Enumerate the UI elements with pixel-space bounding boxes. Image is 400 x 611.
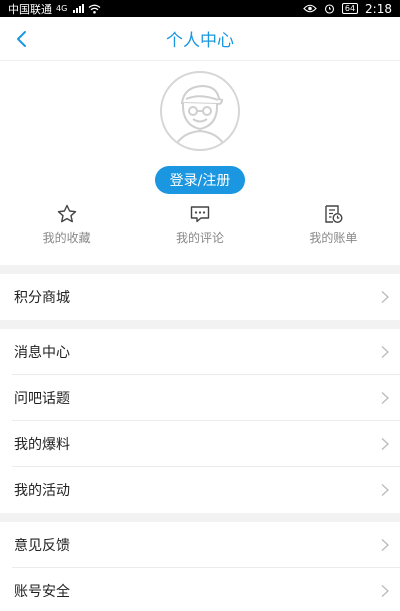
chevron-right-icon <box>381 437 390 451</box>
chevron-right-icon <box>381 584 390 598</box>
menu-item-my-tips[interactable]: 我的爆料 <box>0 421 400 467</box>
menu-item-topics[interactable]: 问吧话题 <box>0 375 400 421</box>
signal-icon <box>73 4 85 13</box>
menu-item-account-security[interactable]: 账号安全 <box>0 568 400 611</box>
status-carrier: 中国联通 4G <box>8 1 101 17</box>
default-avatar-icon <box>173 84 227 149</box>
menu-item-feedback[interactable]: 意见反馈 <box>0 522 400 568</box>
chevron-right-icon <box>381 345 390 359</box>
battery-indicator: 64 <box>341 3 359 14</box>
menu-item-label: 积分商城 <box>14 290 70 306</box>
network-label: 4G <box>56 4 68 13</box>
page-title: 个人中心 <box>166 31 234 51</box>
alarm-icon <box>324 4 334 14</box>
chevron-right-icon <box>381 290 390 304</box>
menu-item-label: 我的爆料 <box>14 437 70 453</box>
menu-item-message-center[interactable]: 消息中心 <box>0 329 400 375</box>
menu-item-label: 消息中心 <box>14 345 70 361</box>
menu-item-points-mall[interactable]: 积分商城 <box>0 274 400 320</box>
menu-item-label: 我的活动 <box>14 483 70 499</box>
chevron-right-icon <box>381 391 390 405</box>
quick-bills[interactable]: 我的账单 <box>267 189 400 265</box>
chevron-right-icon <box>381 538 390 552</box>
bill-icon <box>325 205 343 224</box>
profile-section: 登录/注册 <box>0 61 400 194</box>
section-gap <box>0 265 400 274</box>
comment-icon <box>190 206 210 223</box>
quick-label: 我的收藏 <box>42 231 91 245</box>
quick-label: 我的账单 <box>309 231 358 245</box>
quick-comments[interactable]: 我的评论 <box>133 189 266 265</box>
menu-item-label: 意见反馈 <box>14 538 70 554</box>
menu-item-label: 问吧话题 <box>14 391 70 407</box>
eye-icon <box>303 4 317 13</box>
wifi-icon <box>88 4 101 14</box>
header-bar: 个人中心 <box>0 17 400 61</box>
chevron-left-icon <box>17 31 26 47</box>
menu-item-my-activities[interactable]: 我的活动 <box>0 467 400 513</box>
quick-label: 我的评论 <box>175 231 224 245</box>
back-button[interactable] <box>6 24 36 54</box>
quick-favorites[interactable]: 我的收藏 <box>0 189 133 265</box>
status-time: 2:18 <box>365 1 392 16</box>
menu-item-label: 账号安全 <box>14 584 70 600</box>
star-icon <box>57 204 76 223</box>
section-gap <box>0 513 400 522</box>
login-register-button[interactable]: 登录/注册 <box>155 166 245 194</box>
status-bar: 中国联通 4G 64 2:18 <box>0 0 400 17</box>
carrier-label: 中国联通 <box>8 2 52 16</box>
avatar[interactable] <box>160 71 240 151</box>
quick-actions: 我的收藏 我的评论 我的账单 <box>0 189 400 265</box>
section-gap <box>0 320 400 329</box>
chevron-right-icon <box>381 483 390 497</box>
